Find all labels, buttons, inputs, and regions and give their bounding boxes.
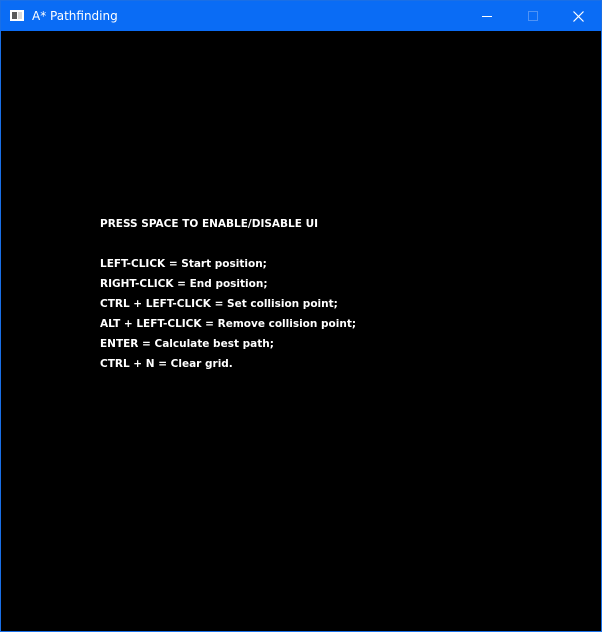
maximize-button[interactable] <box>510 1 556 31</box>
minimize-icon <box>482 16 492 17</box>
close-button[interactable] <box>555 1 601 31</box>
ui-toggle-hint: PRESS SPACE TO ENABLE/DISABLE UI <box>100 218 319 230</box>
app-window: A* Pathfinding PRESS SPACE TO ENABLE/DIS… <box>0 0 602 632</box>
canvas-area[interactable]: PRESS SPACE TO ENABLE/DISABLE UI LEFT-CL… <box>1 31 601 631</box>
minimize-button[interactable] <box>464 1 510 31</box>
instruction-start-position: LEFT-CLICK = Start position; <box>100 258 267 270</box>
title-bar[interactable]: A* Pathfinding <box>1 1 601 31</box>
instruction-remove-collision: ALT + LEFT-CLICK = Remove collision poin… <box>100 318 357 330</box>
instruction-end-position: RIGHT-CLICK = End position; <box>100 278 268 290</box>
instruction-clear-grid: CTRL + N = Clear grid. <box>100 358 233 370</box>
instruction-set-collision: CTRL + LEFT-CLICK = Set collision point; <box>100 298 338 310</box>
instruction-calculate-path: ENTER = Calculate best path; <box>100 338 274 350</box>
window-title: A* Pathfinding <box>32 9 118 23</box>
maximize-icon <box>528 11 538 21</box>
window-app-icon <box>10 10 24 21</box>
close-icon <box>572 10 584 22</box>
